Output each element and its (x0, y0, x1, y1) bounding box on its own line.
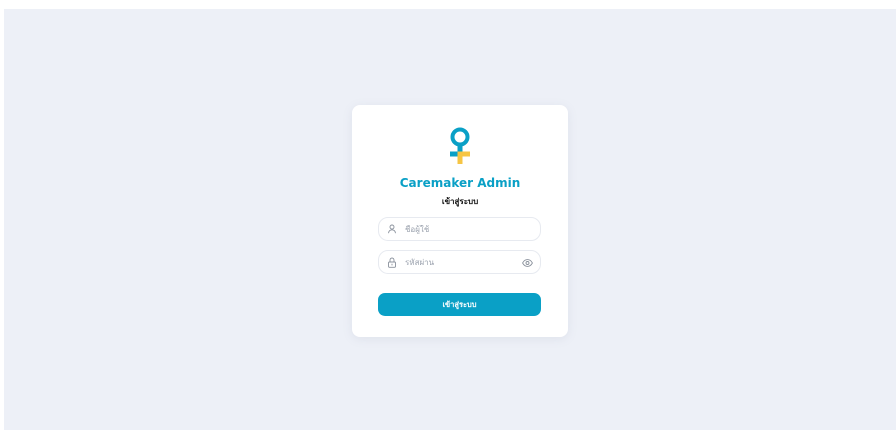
login-subtitle: เข้าสู่ระบบ (441, 197, 479, 206)
eye-icon[interactable] (521, 257, 533, 269)
username-field[interactable] (378, 217, 541, 241)
caremaker-logo-icon (450, 127, 470, 164)
login-card: Caremaker Admin เข้าสู่ระบบ ชื่อผู้ใช้ เ… (352, 105, 568, 337)
login-button[interactable]: เข้าสู่ระบบ (378, 293, 541, 316)
password-field[interactable] (378, 250, 541, 274)
brand-title: Caremaker Admin (399, 176, 521, 190)
user-icon (386, 223, 398, 235)
lock-icon (386, 256, 398, 268)
password-input[interactable] (405, 257, 515, 267)
page-background: Caremaker Admin เข้าสู่ระบบ ชื่อผู้ใช้ เ… (4, 9, 896, 430)
username-input[interactable] (405, 224, 515, 234)
